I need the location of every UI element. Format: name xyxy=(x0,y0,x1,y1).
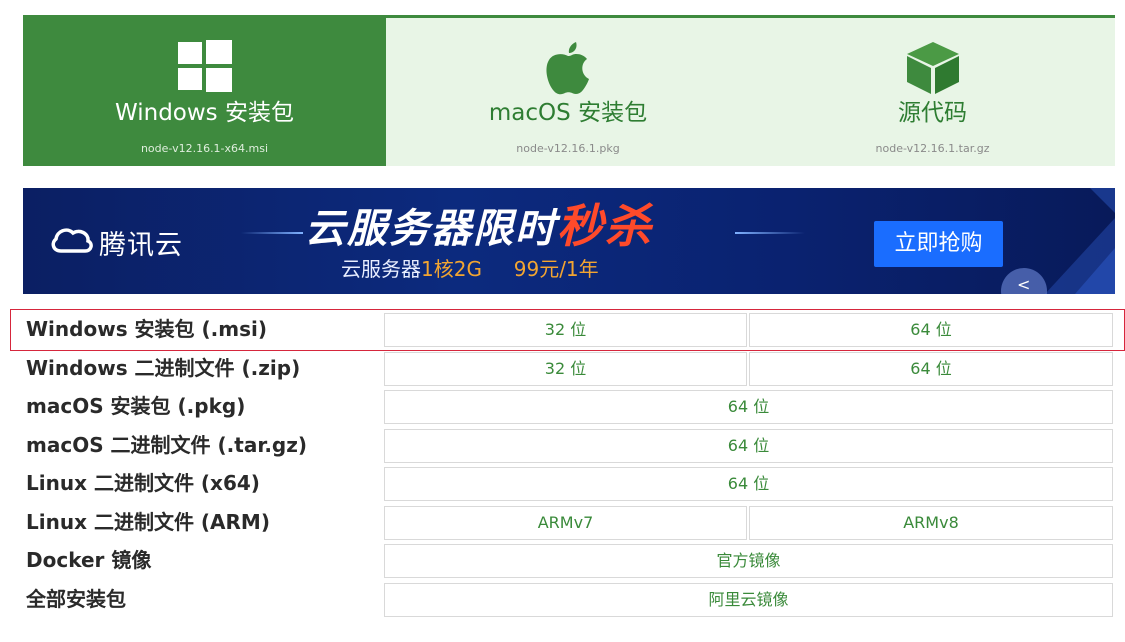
windows-icon xyxy=(177,40,232,98)
tab-macos-installer[interactable]: macOS 安装包 node-v12.16.1.pkg xyxy=(386,18,750,166)
tab-source-code[interactable]: 源代码 node-v12.16.1.tar.gz xyxy=(750,18,1115,166)
download-link[interactable]: ARMv8 xyxy=(749,505,1113,540)
row-label: Linux 二进制文件 (x64) xyxy=(26,471,260,495)
table-row: macOS 二进制文件 (.tar.gz) 64 位 xyxy=(22,427,1115,466)
sub-highlight: 1核2G xyxy=(421,257,482,281)
tab-title: 源代码 xyxy=(898,100,967,126)
row-label: Linux 二进制文件 (ARM) xyxy=(26,509,270,534)
divider xyxy=(735,232,805,234)
sub-gap xyxy=(482,257,514,281)
tab-filename: node-v12.16.1.pkg xyxy=(516,142,620,155)
table-row: Windows 二进制文件 (.zip) 32 位 64 位 xyxy=(22,350,1115,389)
table-row: 全部安装包 阿里云镜像 xyxy=(22,581,1115,620)
sub-prefix: 云服务器 xyxy=(341,257,421,281)
headline-main: 云服务器限时 xyxy=(305,206,557,252)
chevron-left-icon: < xyxy=(1017,275,1031,294)
row-label: macOS 二进制文件 (.tar.gz) xyxy=(26,432,308,457)
brand-name: 腾讯云 xyxy=(99,229,183,261)
cube-icon xyxy=(905,40,961,100)
download-link[interactable]: ARMv7 xyxy=(384,505,747,540)
tab-windows-installer[interactable]: Windows 安装包 node-v12.16.1-x64.msi xyxy=(23,18,386,166)
cloud-icon xyxy=(49,225,93,259)
download-link[interactable]: 64 位 xyxy=(384,390,1113,424)
tab-title: Windows 安装包 xyxy=(115,100,294,126)
row-label: 全部安装包 xyxy=(26,586,126,611)
download-link[interactable]: 阿里云镜像 xyxy=(384,582,1113,617)
sub-price: 99元/1年 xyxy=(513,257,599,281)
row-label: Windows 安装包 (.msi) xyxy=(26,317,267,341)
download-link[interactable]: 64 位 xyxy=(749,351,1113,386)
apple-icon xyxy=(543,40,593,100)
table-row: Linux 二进制文件 (ARM) ARMv7 ARMv8 xyxy=(22,504,1115,543)
table-row: Windows 安装包 (.msi) 32 位 64 位 xyxy=(22,311,1115,350)
download-link[interactable]: 64 位 xyxy=(384,428,1113,463)
download-link[interactable]: 32 位 xyxy=(384,351,747,386)
download-link[interactable]: 64 位 xyxy=(384,467,1113,501)
download-link[interactable]: 32 位 xyxy=(384,313,747,347)
download-tabs: Windows 安装包 node-v12.16.1-x64.msi macOS … xyxy=(23,15,1115,166)
table-row: Docker 镜像 官方镜像 xyxy=(22,542,1115,581)
table-row: Linux 二进制文件 (x64) 64 位 xyxy=(22,465,1115,504)
row-label: macOS 安装包 (.pkg) xyxy=(26,394,246,418)
download-link[interactable]: 64 位 xyxy=(749,313,1113,347)
row-label: Docker 镜像 xyxy=(26,548,152,572)
tab-filename: node-v12.16.1-x64.msi xyxy=(140,142,269,155)
buy-now-button[interactable]: 立即抢购 xyxy=(874,221,1003,267)
divider xyxy=(241,232,303,234)
tencent-cloud-logo: 腾讯云 xyxy=(49,222,183,262)
tab-title: macOS 安装包 xyxy=(488,100,648,126)
ad-banner[interactable]: 腾讯云 云服务器限时秒杀 云服务器1核2G 99元/1年 立即抢购 < xyxy=(23,188,1115,294)
banner-headline: 云服务器限时秒杀 xyxy=(305,202,653,253)
download-table: Windows 安装包 (.msi) 32 位 64 位 Windows 二进制… xyxy=(22,311,1115,619)
table-row: macOS 安装包 (.pkg) 64 位 xyxy=(22,388,1115,427)
page: Windows 安装包 node-v12.16.1-x64.msi macOS … xyxy=(0,0,1125,642)
tab-filename: node-v12.16.1.tar.gz xyxy=(875,142,990,155)
row-label: Windows 二进制文件 (.zip) xyxy=(26,355,301,380)
download-link[interactable]: 官方镜像 xyxy=(384,544,1113,578)
headline-hot: 秒杀 xyxy=(557,199,653,253)
banner-subline: 云服务器1核2G 99元/1年 xyxy=(341,256,599,282)
